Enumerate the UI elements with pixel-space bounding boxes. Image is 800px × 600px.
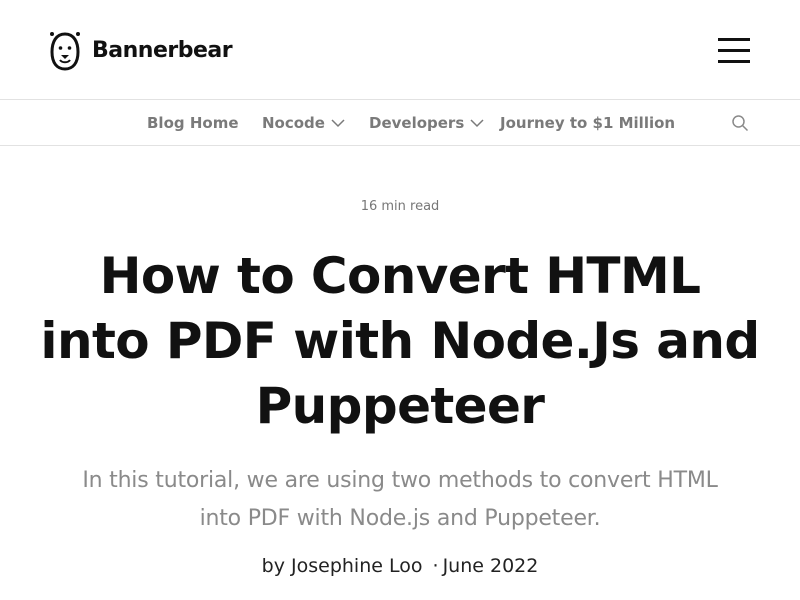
menu-bar: [718, 60, 750, 63]
author-link[interactable]: Josephine Loo: [291, 555, 422, 577]
byline: by Josephine Loo · June 2022: [0, 555, 800, 577]
nav-item-label: Journey to $1 Million: [500, 114, 676, 132]
site-header: Bannerbear: [0, 0, 800, 100]
nav-item-blog-home[interactable]: Blog Home: [147, 114, 239, 132]
chevron-down-icon: [331, 119, 345, 128]
blog-nav: Blog Home Nocode Developers Journey to $…: [0, 101, 800, 146]
byline-separator: ·: [432, 555, 439, 577]
bear-face-icon: [50, 32, 80, 71]
nav-item-label: Developers: [369, 114, 465, 132]
brand-name: Bannerbear: [92, 37, 233, 63]
menu-bar: [718, 38, 750, 41]
menu-bar: [718, 49, 750, 52]
nav-item-nocode[interactable]: Nocode: [262, 114, 345, 132]
nav-item-label: Nocode: [262, 114, 325, 132]
article-subtitle: In this tutorial, we are using two metho…: [82, 468, 718, 531]
hamburger-menu-icon[interactable]: [716, 34, 752, 66]
byline-prefix: by: [261, 555, 285, 577]
nav-item-label: Blog Home: [147, 114, 239, 132]
page-title: How to Convert HTML into PDF with Node.J…: [40, 247, 760, 435]
nav-item-developers[interactable]: Developers: [369, 114, 484, 132]
chevron-down-icon: [470, 119, 484, 128]
read-time: 16 min read: [360, 199, 440, 214]
search-icon[interactable]: [731, 114, 749, 132]
publish-date: June 2022: [442, 555, 539, 577]
nav-item-journey[interactable]: Journey to $1 Million: [500, 114, 675, 132]
brand-logo-link[interactable]: Bannerbear: [48, 28, 233, 72]
